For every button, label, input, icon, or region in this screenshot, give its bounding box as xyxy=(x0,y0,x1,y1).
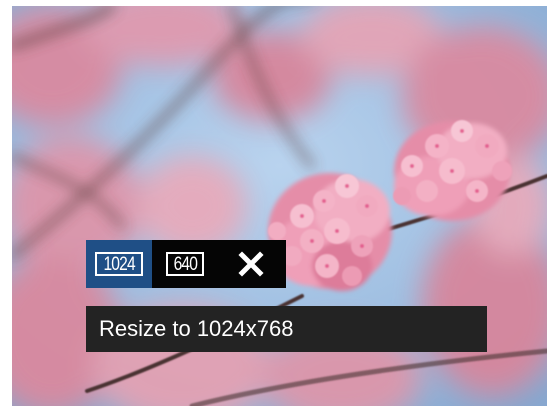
size-640-label: 640 xyxy=(173,253,197,275)
size-1024-label: 1024 xyxy=(103,253,135,275)
resize-1024-button[interactable]: 1024 xyxy=(86,240,152,288)
size-640-icon: 640 xyxy=(165,252,205,276)
camera-screen: 1024 640 Resize to 1024x768 xyxy=(12,6,547,406)
status-bar: Resize to 1024x768 xyxy=(86,306,487,352)
status-text: Resize to 1024x768 xyxy=(99,316,294,341)
close-icon xyxy=(238,251,264,277)
resize-640-button[interactable]: 640 xyxy=(152,240,218,288)
resize-toolbar: 1024 640 xyxy=(86,240,286,288)
cancel-button[interactable] xyxy=(218,240,284,288)
size-1024-icon: 1024 xyxy=(94,252,144,276)
